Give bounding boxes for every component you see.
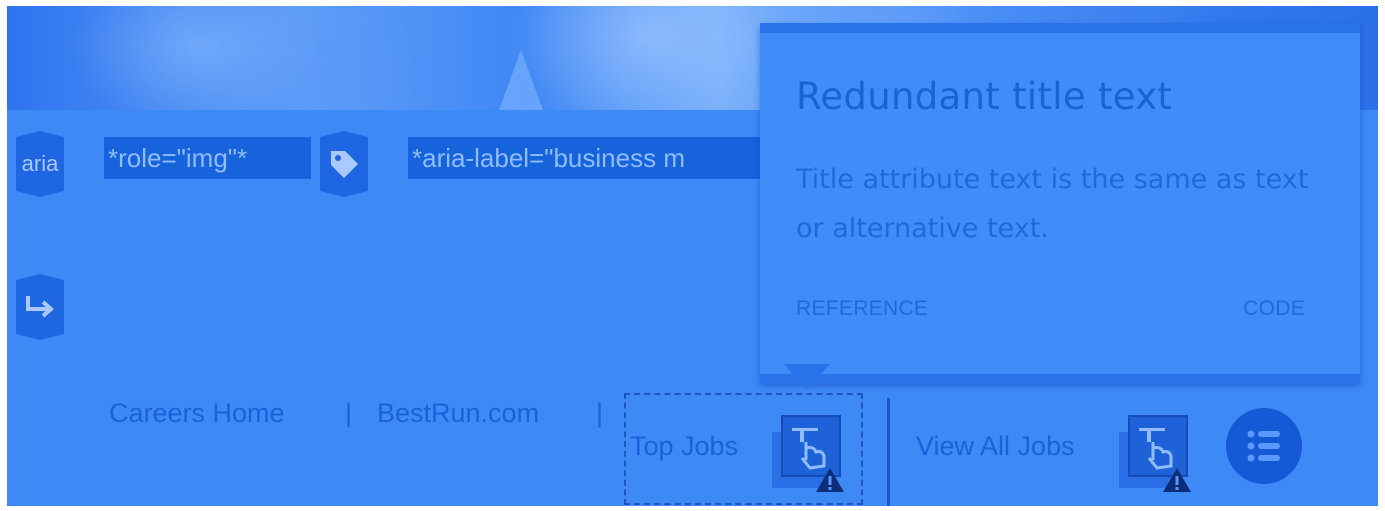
tag-icon	[331, 151, 358, 178]
redirect-badge[interactable]	[16, 274, 64, 340]
nav-separator: |	[596, 398, 604, 428]
tooltip-title: Redundant title text	[796, 75, 1173, 118]
hero-decoration	[499, 50, 543, 110]
redirect-arrow-icon	[26, 296, 55, 318]
role-attribute-highlight: *role="img"*	[104, 137, 311, 179]
tooltip-pointer	[784, 364, 830, 390]
nav-separator: |	[345, 398, 353, 428]
nav-link-view-all-jobs[interactable]: View All Jobs	[916, 431, 1075, 462]
nav-link-top-jobs[interactable]: Top Jobs	[630, 431, 738, 462]
nav-link-bestrun[interactable]: BestRun.com	[377, 398, 539, 429]
tag-badge[interactable]	[320, 131, 368, 197]
aria-badge-label: aria	[21, 151, 59, 176]
reference-link[interactable]: REFERENCE	[796, 297, 928, 321]
tooltip-description: Title attribute text is the same as text…	[796, 164, 1309, 244]
code-link[interactable]: CODE	[1243, 297, 1305, 321]
aria-label-highlight: *aria-label="business m	[408, 137, 772, 179]
nav-link-careers-home[interactable]: Careers Home	[109, 398, 285, 429]
aria-badge[interactable]: aria	[16, 131, 64, 197]
page-overlay: aria *role="img"* *aria-label="business …	[7, 6, 1378, 506]
menu-button[interactable]	[1226, 408, 1302, 484]
issue-tooltip: Redundant title text Title attribute tex…	[760, 23, 1360, 383]
touch-target-warning-icon[interactable]	[770, 408, 852, 496]
nav-divider	[887, 398, 890, 506]
menu-list-icon	[1247, 430, 1280, 462]
touch-target-warning-icon[interactable]	[1117, 408, 1199, 496]
